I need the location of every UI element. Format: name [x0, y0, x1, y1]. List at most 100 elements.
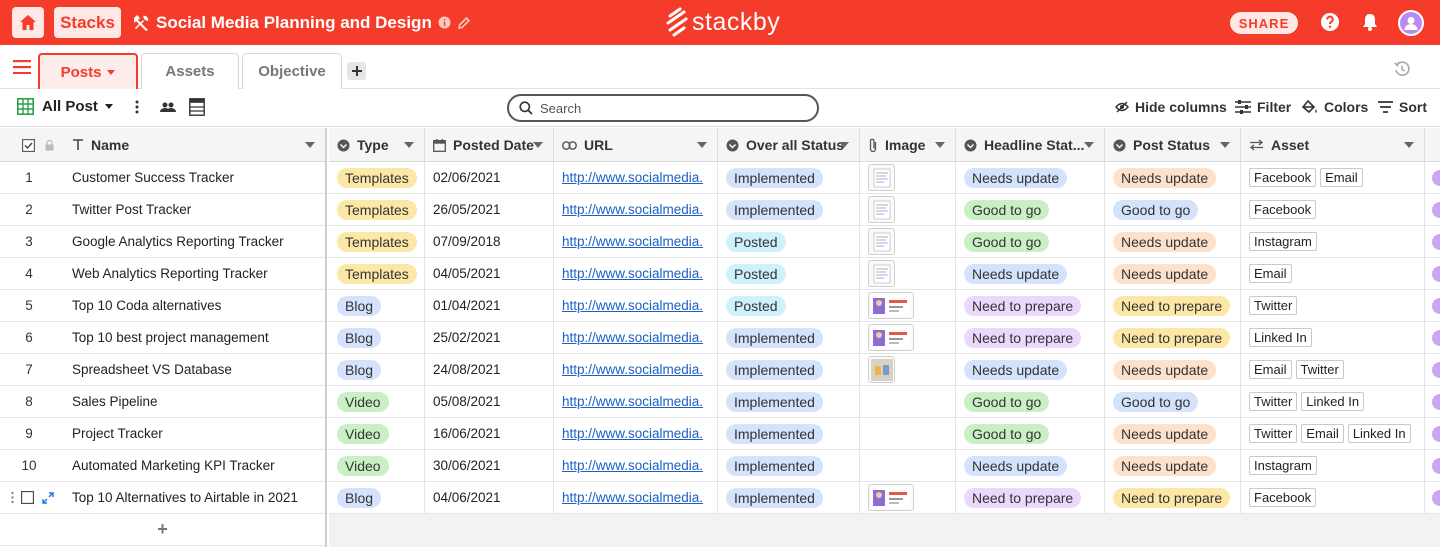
cell-posted-date[interactable]: 26/05/2021 [425, 194, 554, 225]
table-row[interactable]: 7 Spreadsheet VS Database [0, 354, 325, 386]
url-link[interactable]: http://www.socialmedia. [562, 394, 703, 409]
table-row[interactable]: Video 30/06/2021 http://www.socialmedia. Im… [329, 450, 1440, 482]
cell-type[interactable]: Templates [329, 162, 425, 193]
asset-tag[interactable]: Email [1301, 424, 1344, 443]
overall-status-pill[interactable]: Implemented [726, 391, 823, 412]
post-status-pill[interactable]: Needs update [1113, 167, 1217, 188]
table-row[interactable]: Templates 04/05/2021 http://www.socialmedi… [329, 258, 1440, 290]
row-checkbox[interactable] [21, 491, 34, 504]
cell-url[interactable]: http://www.socialmedia. [554, 450, 718, 481]
share-button[interactable]: SHARE [1230, 12, 1298, 34]
cell-post-status[interactable]: Need to prepare [1105, 322, 1241, 353]
url-link[interactable]: http://www.socialmedia. [562, 458, 703, 473]
cell-image[interactable] [860, 258, 956, 289]
url-link[interactable]: http://www.socialmedia. [562, 362, 703, 377]
cell-post-status[interactable]: Need to prepare [1105, 290, 1241, 321]
cell-image[interactable] [860, 482, 956, 513]
cell-name[interactable]: Project Tracker [64, 418, 325, 449]
attachment-thumbnail[interactable] [868, 260, 895, 287]
column-header-type[interactable]: Type [329, 128, 425, 162]
expand-row-icon[interactable] [42, 491, 54, 504]
pencil-icon[interactable] [457, 16, 471, 30]
cell-url[interactable]: http://www.socialmedia. [554, 290, 718, 321]
headline-status-pill[interactable]: Good to go [964, 231, 1050, 252]
help-icon[interactable] [1320, 12, 1340, 35]
chevron-down-icon[interactable] [1404, 142, 1414, 148]
cell-overall-status[interactable]: Implemented [718, 322, 860, 353]
url-link[interactable]: http://www.socialmedia. [562, 298, 703, 313]
cell-url[interactable]: http://www.socialmedia. [554, 258, 718, 289]
table-row[interactable]: 4 Web Analytics Reporting Tracker [0, 258, 325, 290]
chevron-down-icon[interactable] [1220, 142, 1230, 148]
table-row[interactable]: 8 Sales Pipeline [0, 386, 325, 418]
column-header-asset[interactable]: Asset [1241, 128, 1425, 162]
cell-asset[interactable]: Email Twitter [1241, 354, 1425, 385]
table-row[interactable]: 6 Top 10 best project management [0, 322, 325, 354]
overall-status-pill[interactable]: Implemented [726, 199, 823, 220]
asset-tag[interactable]: Linked In [1249, 328, 1312, 347]
view-selector[interactable]: All Post [17, 98, 113, 115]
cell-asset[interactable]: Facebook [1241, 194, 1425, 225]
overall-status-pill[interactable]: Implemented [726, 359, 823, 380]
post-status-pill[interactable]: Needs update [1113, 359, 1217, 380]
cell-type[interactable]: Templates [329, 226, 425, 257]
cell-name[interactable]: Automated Marketing KPI Tracker [64, 450, 325, 481]
cell-url[interactable]: http://www.socialmedia. [554, 482, 718, 513]
cell-image[interactable] [860, 450, 956, 481]
cell-posted-date[interactable]: 25/02/2021 [425, 322, 554, 353]
cell-image[interactable] [860, 354, 956, 385]
user-avatar[interactable] [1398, 10, 1424, 36]
cell-post-status[interactable]: Needs update [1105, 418, 1241, 449]
headline-status-pill[interactable]: Good to go [964, 391, 1050, 412]
table-row[interactable]: 5 Top 10 Coda alternatives [0, 290, 325, 322]
cell-asset[interactable]: Email [1241, 258, 1425, 289]
cell-image[interactable] [860, 162, 956, 193]
cell-url[interactable]: http://www.socialmedia. [554, 354, 718, 385]
cell-type[interactable]: Blog [329, 290, 425, 321]
type-pill[interactable]: Blog [337, 359, 382, 380]
hide-columns-button[interactable]: Hide columns [1115, 99, 1227, 115]
asset-tag[interactable]: Linked In [1301, 392, 1365, 411]
type-pill[interactable]: Video [337, 423, 389, 444]
select-all-checkbox[interactable] [22, 138, 35, 152]
cell-posted-date[interactable]: 16/06/2021 [425, 418, 554, 449]
asset-tag[interactable]: Email [1249, 264, 1292, 283]
cell-image[interactable] [860, 386, 956, 417]
post-status-pill[interactable]: Needs update [1113, 231, 1217, 252]
url-link[interactable]: http://www.socialmedia. [562, 202, 703, 217]
info-icon[interactable] [438, 16, 451, 29]
chevron-down-icon[interactable] [697, 142, 707, 148]
tab-posts[interactable]: Posts [38, 53, 138, 89]
cell-post-status[interactable]: Good to go [1105, 386, 1241, 417]
cell-name[interactable]: Sales Pipeline [64, 386, 325, 417]
table-row[interactable]: 1 Customer Success Tracker [0, 162, 325, 194]
column-header-name[interactable]: Name [64, 128, 325, 162]
cell-asset[interactable]: Twitter Linked In [1241, 386, 1425, 417]
table-row[interactable]: 9 Project Tracker [0, 418, 325, 450]
cell-url[interactable]: http://www.socialmedia. [554, 386, 718, 417]
overall-status-pill[interactable]: Implemented [726, 167, 823, 188]
chevron-down-icon[interactable] [404, 142, 414, 148]
history-icon[interactable] [1393, 60, 1411, 81]
cell-asset[interactable]: Facebook [1241, 482, 1425, 513]
attachment-thumbnail[interactable] [868, 228, 895, 255]
headline-status-pill[interactable]: Needs update [964, 359, 1068, 380]
cell-overall-status[interactable]: Implemented [718, 354, 860, 385]
table-row[interactable]: 10 Automated Marketing KPI Tracker [0, 450, 325, 482]
cell-headline-status[interactable]: Good to go [956, 418, 1105, 449]
cell-type[interactable]: Blog [329, 482, 425, 513]
table-row[interactable]: Blog 24/08/2021 http://www.socialmedia. Imp… [329, 354, 1440, 386]
home-button[interactable] [12, 7, 44, 38]
overall-status-pill[interactable]: Posted [726, 231, 786, 252]
post-status-pill[interactable]: Need to prepare [1113, 487, 1231, 508]
cell-url[interactable]: http://www.socialmedia. [554, 162, 718, 193]
column-header-url[interactable]: URL [554, 128, 718, 162]
cell-name[interactable]: Customer Success Tracker [64, 162, 325, 193]
more-options-icon[interactable] [134, 99, 140, 115]
cell-overall-status[interactable]: Implemented [718, 418, 860, 449]
cell-image[interactable] [860, 418, 956, 449]
attachment-thumbnail[interactable] [868, 356, 895, 383]
chevron-down-icon[interactable] [305, 142, 315, 148]
attachment-thumbnail[interactable] [868, 324, 914, 351]
cell-image[interactable] [860, 290, 956, 321]
